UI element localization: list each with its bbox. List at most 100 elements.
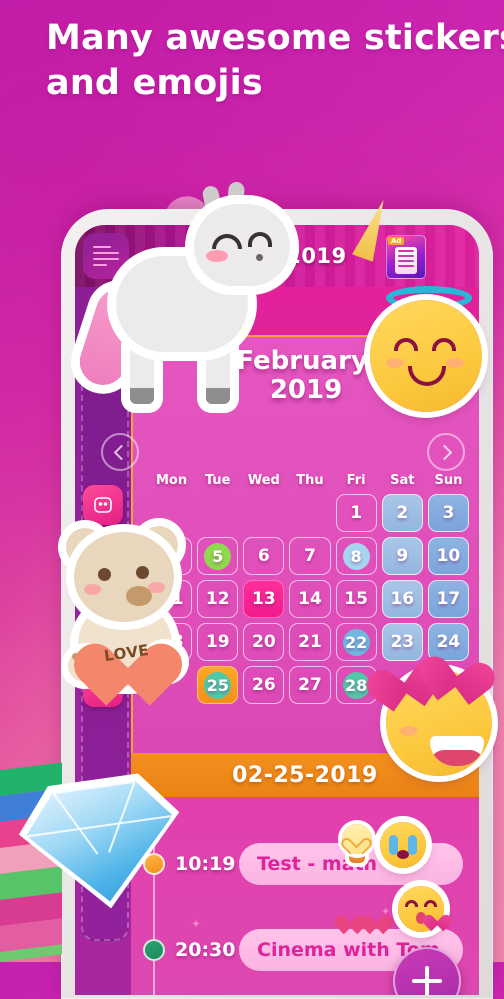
calendar-cell-empty [197, 494, 238, 532]
promo-headline: Many awesome stickers and emojis [46, 16, 504, 106]
teddy-bear-love-sticker: LOVE [56, 524, 192, 706]
calendar-day-cell[interactable]: 8 [335, 537, 377, 575]
calendar-day-cell[interactable]: 14 [289, 580, 331, 618]
calendar-day-cell[interactable]: 22 [335, 623, 377, 661]
calendar-day-cell[interactable]: 21 [289, 623, 331, 661]
unicorn-sticker [73, 168, 286, 404]
angel-eye [432, 338, 456, 351]
day-number: 2 [396, 503, 409, 523]
calendar-day-cell[interactable]: 19 [197, 623, 239, 661]
day-number: 21 [298, 632, 322, 652]
heart-eyes-emoji-sticker [360, 650, 504, 776]
teddy-eye [98, 568, 111, 581]
weekday-header-row: Mon Tue Wed Thu Fri Sat Sun [151, 473, 469, 488]
ad-badge[interactable]: Ad [386, 235, 426, 279]
teddy-blush [148, 582, 165, 593]
unicorn-cheek [206, 250, 228, 262]
angel-blush [446, 358, 464, 368]
unicorn-eye [212, 234, 242, 249]
calendar-day-cell[interactable]: 3 [427, 494, 469, 532]
day-marker: 25 [204, 671, 232, 699]
kissing-face [398, 886, 455, 932]
day-number: 14 [298, 589, 322, 609]
headline-line-1: Many awesome stickers [46, 18, 504, 58]
unicorn-eye [248, 232, 272, 247]
next-month-button[interactable] [427, 433, 465, 471]
ad-badge-label: Ad [388, 237, 405, 245]
kissing-eye [405, 900, 418, 907]
angel-emoji-sticker [356, 282, 504, 424]
calendar-week-row: 45678910 [151, 537, 469, 575]
angel-mouth [408, 366, 446, 386]
day-number: 6 [257, 546, 270, 566]
event-status-dot [143, 939, 165, 961]
calendar-cell-empty [289, 494, 330, 532]
angel-face [370, 300, 482, 412]
calendar-day-cell[interactable]: 15 [335, 580, 377, 618]
chevron-left-icon [113, 444, 130, 460]
teddy-heart: LOVE [65, 618, 191, 706]
lightbulb-heart-sticker [338, 824, 376, 868]
calendar-day-cell[interactable]: 9 [381, 537, 423, 575]
calendar-day-cell[interactable]: 27 [289, 666, 331, 704]
diamond-shape [21, 776, 184, 911]
day-number: 27 [298, 675, 322, 695]
day-number: 13 [252, 589, 276, 609]
day-number: 17 [436, 589, 461, 609]
kissing-emoji-sticker [398, 886, 455, 932]
crying-face [380, 822, 426, 868]
day-number: 15 [344, 589, 368, 609]
weekday-label: Wed [247, 473, 280, 488]
day-number: 19 [205, 632, 230, 652]
calendar-day-cell[interactable]: 13 [243, 580, 285, 618]
weekday-label: Sun [434, 473, 463, 488]
crying-emoji-sticker [380, 822, 426, 868]
day-number: 16 [390, 589, 415, 609]
heart-eyes-mouth [430, 736, 484, 766]
day-number: 20 [252, 632, 276, 652]
angel-eye [394, 338, 418, 351]
heart-filament-icon [338, 831, 375, 855]
calendar-day-cell[interactable]: 17 [427, 580, 469, 618]
kiss-heart-icon [420, 908, 455, 932]
calendar-week-row: 1 2 3 [151, 494, 469, 532]
calendar-day-cell[interactable]: 5 [197, 537, 239, 575]
weekday-label: Thu [296, 473, 324, 488]
unicorn-head [194, 204, 290, 286]
heart-lens-icon [331, 908, 370, 935]
day-number: 9 [396, 546, 409, 566]
angel-blush [386, 358, 404, 368]
calendar-cell-empty [243, 494, 284, 532]
heart-eye-icon [413, 639, 501, 705]
heart-lens-icon [357, 908, 396, 935]
day-number: 12 [205, 589, 230, 609]
day-marker: 8 [342, 542, 370, 570]
event-time: 10:19 [175, 853, 236, 875]
calendar-day-cell[interactable]: 7 [289, 537, 331, 575]
ad-thumbnail-icon [395, 247, 417, 274]
calendar-day-cell[interactable]: 12 [197, 580, 239, 618]
teddy-eye [136, 566, 149, 579]
apps-grid-icon [94, 497, 112, 513]
calendar-day-cell[interactable]: 1 [335, 494, 377, 532]
prev-month-button[interactable] [101, 433, 139, 471]
calendar-day-cell[interactable]: 20 [243, 623, 285, 661]
day-number: 1 [350, 503, 363, 523]
selected-date-label: 02-25-2019 [232, 762, 378, 788]
teddy-blush [84, 584, 101, 595]
day-number: 7 [304, 546, 316, 566]
weekday-label: Tue [204, 473, 231, 488]
calendar-day-cell[interactable]: 2 [381, 494, 423, 532]
calendar-day-cell[interactable]: 16 [381, 580, 423, 618]
calendar-day-cell[interactable]: 26 [243, 666, 285, 704]
calendar-day-cell[interactable]: 6 [243, 537, 285, 575]
sidebar-item-apps[interactable] [83, 485, 123, 525]
kissing-eye [424, 900, 437, 907]
headline-line-2: and emojis [46, 62, 263, 103]
day-marker: 5 [204, 542, 232, 570]
event-time: 20:30 [175, 939, 236, 961]
calendar-day-cell[interactable]: 10 [427, 537, 469, 575]
calendar-day-cell[interactable]: 25 [197, 666, 239, 704]
diamond-sticker [28, 786, 176, 902]
crying-mouth [397, 850, 409, 859]
